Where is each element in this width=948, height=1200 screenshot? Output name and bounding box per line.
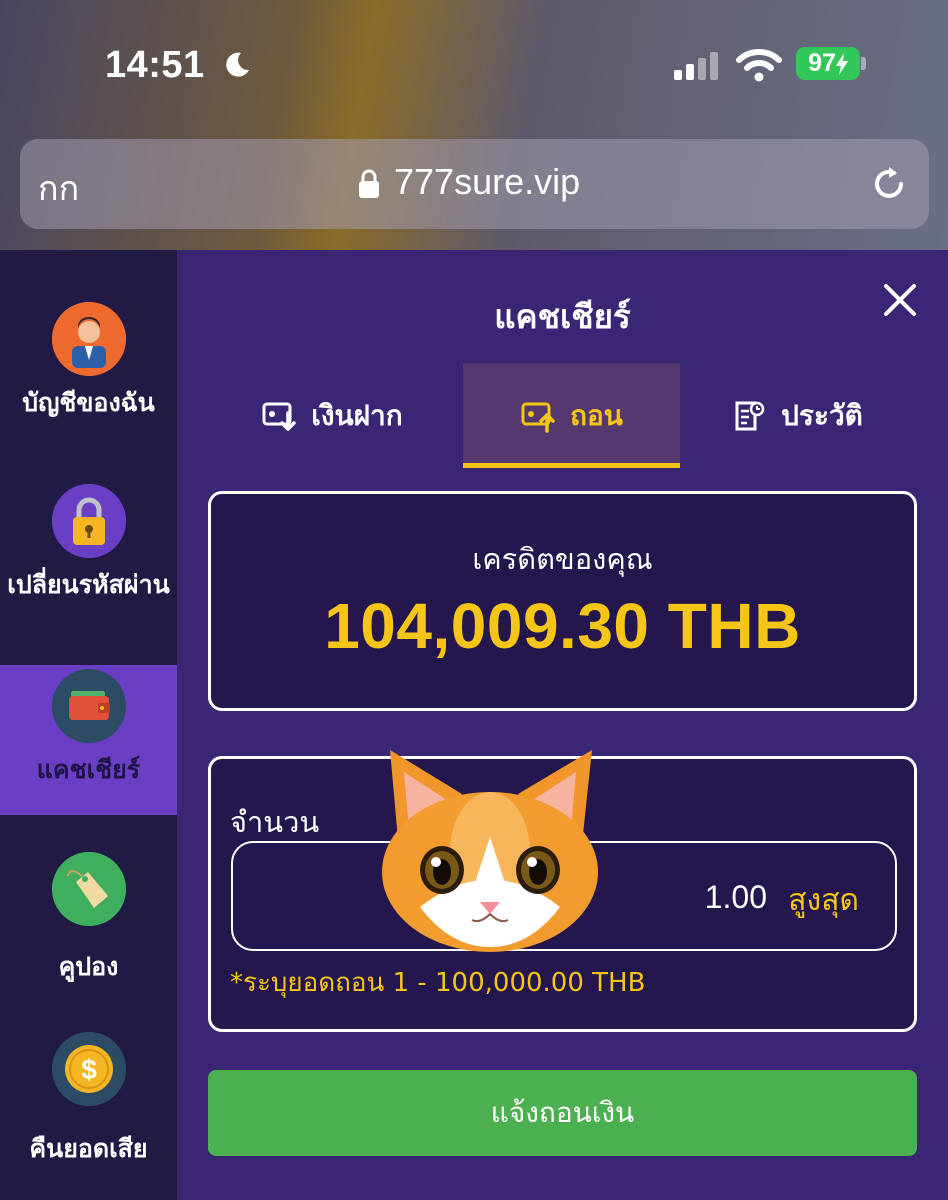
page-title: แคชเชียร์ [494, 297, 631, 336]
amount-value[interactable]: 1.00 [705, 879, 767, 916]
address-bar[interactable]: กก 777sure.vip [20, 139, 929, 229]
deposit-icon [262, 402, 297, 431]
tab-label: ถอน [570, 398, 623, 432]
cashier-tabs: เงินฝาก ถอน ประวัติ [177, 363, 948, 468]
wifi-icon [736, 49, 782, 82]
battery-level: 97 [808, 49, 836, 77]
sidebar-item-label: คูปอง [58, 952, 119, 981]
battery-indicator: 97 [796, 47, 860, 80]
tab-deposit[interactable]: เงินฝาก [217, 363, 447, 468]
user-avatar-icon [51, 302, 126, 376]
amount-label: จำนวน [230, 805, 320, 839]
battery-nub [861, 57, 866, 70]
cellular-signal-icon [674, 52, 718, 80]
amount-range-hint: *ระบุยอดถอน 1 - 100,000.00 THB [230, 968, 646, 998]
status-bar: 14:51 97 [0, 0, 948, 120]
wallet-icon [51, 669, 126, 743]
sidebar-item-label: คืนยอดเสีย [29, 1134, 148, 1163]
max-amount-button[interactable]: สูงสุด [788, 877, 859, 924]
url-text[interactable]: 777sure.vip [394, 161, 580, 203]
reader-text-size-button[interactable]: กก [38, 161, 79, 215]
sidebar-item-label: บัญชีของฉัน [22, 388, 155, 417]
submit-withdraw-button[interactable]: แจ้งถอนเงิน [208, 1070, 917, 1156]
history-icon [735, 401, 765, 430]
tab-withdraw[interactable]: ถอน [463, 363, 680, 468]
sidebar-item-cashback[interactable]: $ คืนยอดเสีย [0, 1032, 177, 1200]
moon-icon [226, 52, 249, 77]
withdraw-icon [521, 402, 555, 433]
tab-label: ประวัติ [781, 398, 863, 432]
svg-text:$: $ [81, 1054, 97, 1085]
tab-history[interactable]: ประวัติ [697, 363, 897, 468]
sidebar-item-label: แคชเชียร์ [36, 755, 141, 784]
close-icon[interactable] [882, 282, 918, 318]
reload-icon[interactable] [870, 165, 908, 203]
credit-amount: 104,009.30 THB [324, 590, 801, 662]
credit-balance-card: เครดิตของคุณ 104,009.30 THB [208, 491, 917, 711]
dollar-coin-icon: $ [51, 1032, 126, 1106]
sidebar-item-change-password[interactable]: เปลี่ยนรหัสผ่าน [0, 484, 177, 654]
sidebar-item-cashier[interactable]: แคชเชียร์ [0, 665, 177, 815]
cashier-panel: แคชเชียร์ เงินฝาก ถอน ประวัติ เครดิตของค… [177, 250, 948, 1200]
status-time: 14:51 [105, 44, 205, 86]
browser-chrome: 14:51 97 กก 777sure.vip [0, 0, 948, 250]
charging-bolt-icon [835, 52, 848, 75]
sidebar: บัญชีของฉัน เปลี่ยนรหัสผ่าน แคชเชียร์ คู… [0, 250, 177, 1200]
cat-sticker [382, 750, 598, 952]
coupon-tag-icon [51, 852, 126, 926]
lock-icon [359, 169, 379, 198]
sidebar-item-coupon[interactable]: คูปอง [0, 852, 177, 1002]
sidebar-item-label: เปลี่ยนรหัสผ่าน [7, 570, 170, 599]
tab-label: เงินฝาก [311, 398, 403, 432]
sidebar-item-my-account[interactable]: บัญชีของฉัน [0, 302, 177, 472]
padlock-icon [51, 484, 126, 558]
credit-label: เครดิตของคุณ [472, 542, 653, 576]
